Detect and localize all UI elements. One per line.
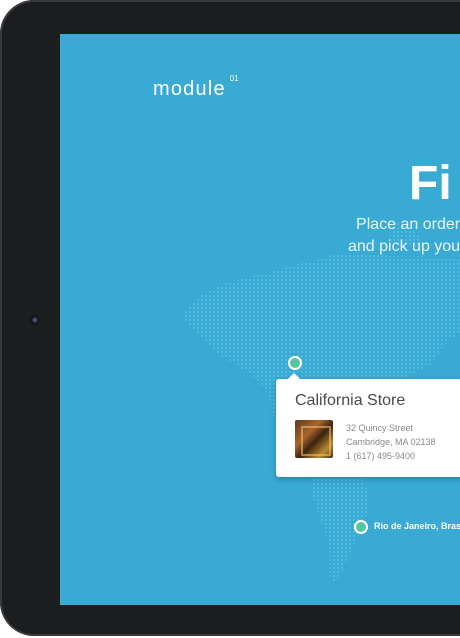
store-address-line-2: Cambridge, MA 02138: [346, 437, 436, 447]
hero-tagline: Place an order and pick up you: [347, 214, 460, 258]
app-screen: module 01 Fi Place an order and pick up y…: [60, 34, 460, 605]
store-photo: [295, 420, 333, 458]
map-pin-california[interactable]: [288, 356, 302, 370]
logo-superscript: 01: [229, 74, 239, 84]
world-map-dots: [184, 222, 460, 582]
module-logo: module 01: [153, 74, 239, 101]
logo-text: module: [153, 78, 226, 100]
rio-city-label: Rio de Janeiro, Brasil: [374, 521, 460, 531]
store-name: California Store: [295, 392, 406, 409]
hero-title: Fi: [409, 157, 452, 210]
map-pin-rio[interactable]: [354, 520, 368, 534]
store-address-line-1: 32 Quincy Street: [346, 423, 414, 433]
front-camera-icon: [30, 315, 40, 325]
tagline-line-2: and pick up you: [348, 238, 460, 255]
store-phone[interactable]: 1 (617) 495-9400: [346, 449, 436, 463]
tagline-line-1: Place an order: [356, 216, 460, 233]
store-info-card[interactable]: California Store 32 Quincy Street Cambri…: [276, 373, 460, 477]
store-details: 32 Quincy Street Cambridge, MA 02138 1 (…: [346, 421, 436, 463]
